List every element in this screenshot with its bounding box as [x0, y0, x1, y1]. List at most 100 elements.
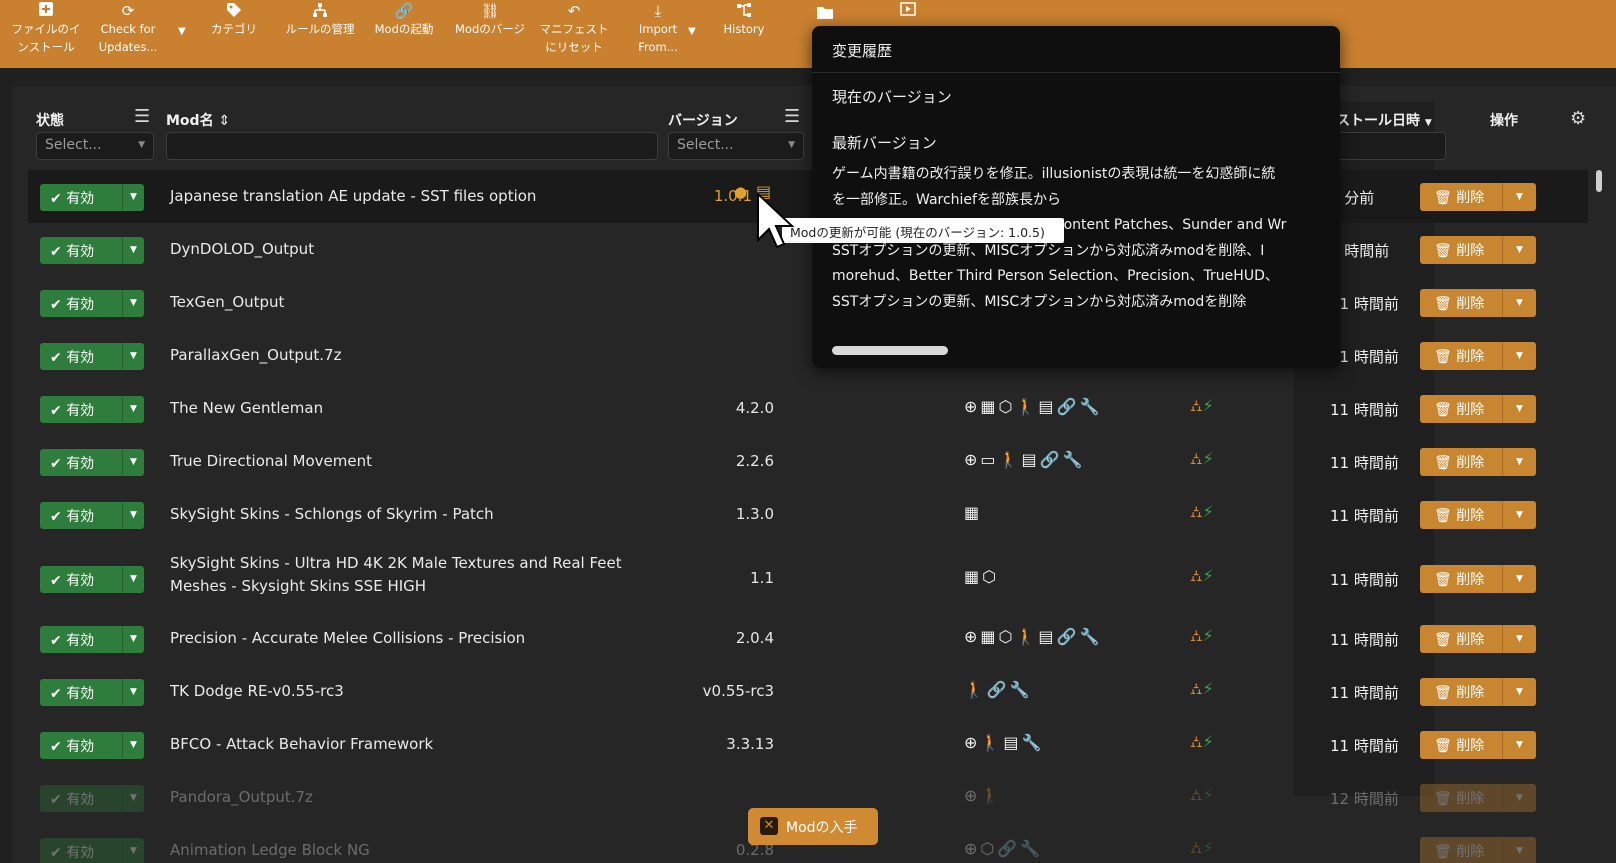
table-row[interactable]: ✔ 有効 ▼ Japanese translation AE update - S… [28, 170, 1588, 223]
delete-button[interactable]: 🗑 削除 ▼ [1420, 837, 1536, 863]
enabled-toggle-button[interactable]: ✔ 有効 ▼ [40, 732, 144, 759]
enabled-toggle-button[interactable]: ✔ 有効 ▼ [40, 566, 144, 593]
enabled-toggle-button[interactable]: ✔ 有効 ▼ [40, 449, 144, 476]
mod-name-column-header[interactable]: Mod名 ⇕ [166, 110, 230, 130]
table-row[interactable]: ✔ 有効 ▼ SkySight Skins - Ultra HD 4K 2K Ma… [28, 546, 1588, 612]
category-icons: ⊕▦⬡🚶▤🔗🔧 [964, 397, 1103, 416]
table-row[interactable]: ✔ 有効 ▼ The New Gentleman 4.2.0 ⊕▦⬡🚶▤🔗🔧 ⛼⚡ 11 … [28, 382, 1588, 435]
chevron-down-icon[interactable]: ▼ [1502, 236, 1536, 264]
horizontal-scrollbar[interactable] [832, 346, 948, 355]
chevron-down-icon[interactable]: ▼ [1502, 289, 1536, 317]
chevron-down-icon[interactable]: ▼ [1502, 731, 1536, 759]
chevron-down-icon[interactable]: ▼ [1502, 501, 1536, 529]
chevron-down-icon[interactable]: ▼ [122, 290, 144, 317]
table-row[interactable]: ✔ 有効 ▼ SkySight Skins - Schlongs of Skyri… [28, 488, 1588, 541]
table-row[interactable]: ✔ 有効 ▼ TexGen_Output 11 時間前 🗑 削除 ▼ [28, 276, 1588, 329]
enabled-toggle-button[interactable]: ✔ 有効 ▼ [40, 502, 144, 529]
rules-icons[interactable]: ⛼⚡ [1190, 566, 1214, 587]
install-file-button[interactable]: ファイルのイ ンストール [2, 2, 90, 56]
enabled-toggle-button[interactable]: ✔ 有効 ▼ [40, 838, 144, 863]
check-updates-button[interactable]: ⟳ Check for Updates... [84, 2, 172, 56]
launch-mod-button[interactable]: 🔗 Modの起動 [360, 2, 448, 38]
delete-button[interactable]: 🗑 削除 ▼ [1420, 625, 1536, 653]
mod-version-button[interactable]: ⛓ Modのバージ [446, 2, 534, 38]
enabled-toggle-button[interactable]: ✔ 有効 ▼ [40, 343, 144, 370]
import-dropdown-icon[interactable]: ▼ [688, 26, 696, 37]
categories-button[interactable]: カテゴリ [190, 2, 278, 38]
version-filter-select[interactable]: Select... ▼ [668, 132, 804, 160]
delete-button[interactable]: 🗑 削除 ▼ [1420, 501, 1536, 529]
history-button[interactable]: History [700, 2, 788, 38]
chevron-down-icon[interactable]: ▼ [122, 566, 144, 593]
update-available-icon[interactable]: ● [734, 183, 747, 201]
table-row[interactable]: ✔ 有効 ▼ BFCO - Attack Behavior Framework 3.… [28, 718, 1588, 771]
version-column-header[interactable]: バージョン [668, 110, 738, 130]
vertical-scrollbar[interactable] [1596, 170, 1602, 192]
chevron-down-icon[interactable]: ▼ [122, 343, 144, 370]
chevron-down-icon[interactable]: ▼ [122, 449, 144, 476]
status-column-header[interactable]: 状態 [36, 110, 64, 130]
delete-button[interactable]: 🗑 削除 ▼ [1420, 448, 1536, 476]
delete-button[interactable]: 🗑 削除 ▼ [1420, 183, 1536, 211]
get-mods-button[interactable]: ✕ Modの入手 [748, 808, 878, 845]
chevron-down-icon[interactable]: ▼ [122, 184, 144, 211]
chevron-down-icon[interactable]: ▼ [122, 785, 144, 812]
delete-button[interactable]: 🗑 削除 ▼ [1420, 236, 1536, 264]
delete-button[interactable]: 🗑 削除 ▼ [1420, 731, 1536, 759]
list-icon[interactable]: ☰ [784, 106, 800, 127]
delete-button[interactable]: 🗑 削除 ▼ [1420, 678, 1536, 706]
reset-manifest-button[interactable]: ↶ マニフェスト にリセット [530, 2, 618, 56]
enabled-toggle-button[interactable]: ✔ 有効 ▼ [40, 184, 144, 211]
chevron-down-icon[interactable]: ▼ [1502, 395, 1536, 423]
play-icon[interactable] [900, 2, 920, 20]
chevron-down-icon[interactable]: ▼ [1502, 342, 1536, 370]
enabled-toggle-button[interactable]: ✔ 有効 ▼ [40, 785, 144, 812]
delete-button[interactable]: 🗑 削除 ▼ [1420, 289, 1536, 317]
status-filter-select[interactable]: Select... ▼ [36, 132, 154, 160]
table-row[interactable]: ✔ 有効 ▼ Precision - Accurate Melee Collisi… [28, 612, 1588, 665]
folder-icon[interactable] [816, 4, 836, 22]
delete-button[interactable]: 🗑 削除 ▼ [1420, 784, 1536, 812]
chevron-down-icon[interactable]: ▼ [122, 237, 144, 264]
rules-icons[interactable]: ⛼⚡ [1190, 838, 1214, 859]
enabled-toggle-button[interactable]: ✔ 有効 ▼ [40, 237, 144, 264]
rules-icons[interactable]: ⛼⚡ [1190, 396, 1214, 417]
chevron-down-icon[interactable]: ▼ [122, 502, 144, 529]
delete-button[interactable]: 🗑 削除 ▼ [1420, 395, 1536, 423]
rules-icons[interactable]: ⛼⚡ [1190, 785, 1214, 806]
rules-icons[interactable]: ⛼⚡ [1190, 732, 1214, 753]
rules-icons[interactable]: ⛼⚡ [1190, 449, 1214, 470]
hierarchy-icon: ⛼ [1190, 785, 1203, 804]
chevron-down-icon[interactable]: ▼ [1502, 183, 1536, 211]
install-time-filter-input[interactable] [1334, 132, 1446, 160]
table-row[interactable]: ✔ 有効 ▼ ParallaxGen_Output.7z 11 時間前 🗑 削除 ▼ [28, 329, 1588, 382]
list-icon[interactable]: ☰ [134, 106, 150, 127]
chevron-down-icon[interactable]: ▼ [1502, 625, 1536, 653]
chevron-down-icon[interactable]: ▼ [122, 679, 144, 706]
chevron-down-icon[interactable]: ▼ [122, 626, 144, 653]
rules-icons[interactable]: ⛼⚡ [1190, 679, 1214, 700]
chevron-down-icon[interactable]: ▼ [122, 732, 144, 759]
chevron-down-icon[interactable]: ▼ [1502, 448, 1536, 476]
check-updates-dropdown-icon[interactable]: ▼ [178, 26, 186, 37]
enabled-toggle-button[interactable]: ✔ 有効 ▼ [40, 626, 144, 653]
install-time-column-header[interactable]: ストール日時 ▼ [1336, 110, 1432, 130]
chevron-down-icon[interactable]: ▼ [122, 838, 144, 863]
rules-icons[interactable]: ⛼⚡ [1190, 626, 1214, 647]
table-row[interactable]: ✔ 有効 ▼ True Directional Movement 2.2.6 ⊕▭🚶▤… [28, 435, 1588, 488]
table-row[interactable]: ✔ 有効 ▼ TK Dodge RE-v0.55-rc3 v0.55-rc3 🚶🔗🔧 ⛼… [28, 665, 1588, 718]
delete-button[interactable]: 🗑 削除 ▼ [1420, 342, 1536, 370]
delete-button[interactable]: 🗑 削除 ▼ [1420, 565, 1536, 593]
chevron-down-icon[interactable]: ▼ [1502, 678, 1536, 706]
enabled-toggle-button[interactable]: ✔ 有効 ▼ [40, 396, 144, 423]
manage-rules-button[interactable]: ルールの管理 [276, 2, 364, 38]
mod-name-filter-input[interactable] [166, 132, 658, 160]
gear-icon[interactable]: ⚙ [1570, 108, 1586, 129]
chevron-down-icon[interactable]: ▼ [1502, 565, 1536, 593]
chevron-down-icon[interactable]: ▼ [122, 396, 144, 423]
enabled-toggle-button[interactable]: ✔ 有効 ▼ [40, 679, 144, 706]
chevron-down-icon[interactable]: ▼ [1502, 837, 1536, 863]
rules-icons[interactable]: ⛼⚡ [1190, 502, 1214, 523]
chevron-down-icon[interactable]: ▼ [1502, 784, 1536, 812]
enabled-toggle-button[interactable]: ✔ 有効 ▼ [40, 290, 144, 317]
